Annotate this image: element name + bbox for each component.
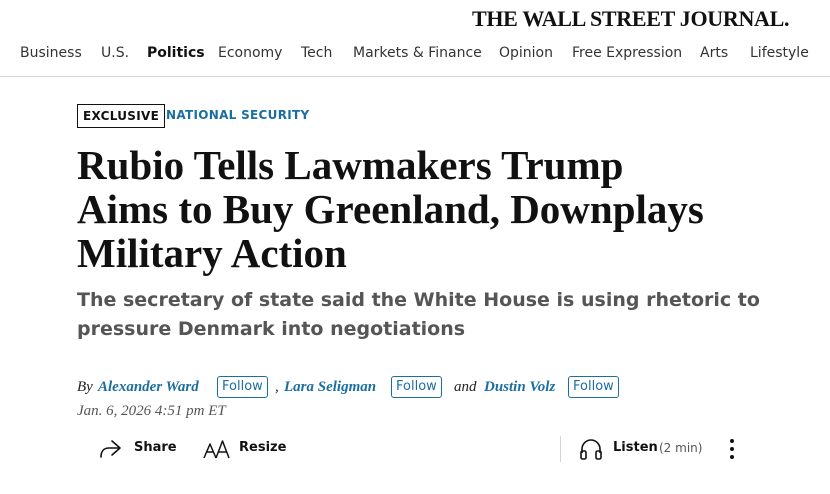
nav-item-us[interactable]: U.S. [101, 45, 129, 61]
author-link-lara-seligman[interactable]: Lara Seligman [284, 376, 376, 398]
dek-line: The secretary of state said the White Ho… [77, 289, 760, 311]
byline-prefix: By [77, 379, 93, 395]
nav-item-business[interactable]: Business [20, 45, 82, 61]
dek: The secretary of state said the White Ho… [77, 286, 777, 344]
wsj-logo[interactable]: THE WALL STREET JOURNAL. [472, 6, 790, 32]
byline-separator: , [275, 379, 279, 395]
section-nav: Business U.S. Politics Economy Tech Mark… [0, 40, 830, 77]
share-button[interactable]: Share [98, 437, 177, 461]
resize-label: Resize [239, 440, 287, 455]
share-label: Share [134, 440, 177, 455]
headline-line: Military Action [77, 230, 347, 276]
resize-icon [203, 440, 230, 459]
headline: Rubio Tells Lawmakers Trump Aims to Buy … [77, 143, 797, 275]
toolbar-divider [560, 436, 561, 462]
nav-item-free-expression[interactable]: Free Expression [572, 45, 682, 61]
nav-item-economy[interactable]: Economy [218, 45, 282, 61]
listen-duration: (2 min) [659, 441, 703, 455]
resize-button[interactable]: Resize [203, 437, 287, 461]
follow-button-dustin-volz[interactable]: Follow [568, 376, 619, 398]
author-link-dustin-volz[interactable]: Dustin Volz [484, 376, 555, 398]
listen-label: Listen [613, 440, 658, 455]
dek-line: pressure Denmark into negotiations [77, 318, 466, 340]
author-link-alexander-ward[interactable]: Alexander Ward [98, 376, 199, 398]
headphones-icon [580, 439, 602, 460]
publish-timestamp: Jan. 6, 2026 4:51 pm ET [77, 403, 226, 419]
nav-item-tech[interactable]: Tech [301, 45, 332, 61]
nav-item-arts[interactable]: Arts [700, 45, 728, 61]
more-options-button[interactable] [724, 436, 740, 462]
exclusive-badge: EXCLUSIVE [77, 104, 166, 128]
follow-button-lara-seligman[interactable]: Follow [391, 376, 442, 398]
nav-item-politics[interactable]: Politics [147, 45, 205, 61]
nav-item-markets-finance[interactable]: Markets & Finance [353, 45, 482, 61]
nav-item-lifestyle[interactable]: Lifestyle [750, 45, 809, 61]
share-icon [100, 440, 121, 458]
listen-button[interactable]: Listen (2 min) [579, 437, 705, 461]
byline-conjunction: and [454, 379, 477, 395]
nav-item-opinion[interactable]: Opinion [499, 45, 553, 61]
headline-line: Aims to Buy Greenland, Downplays [77, 186, 704, 232]
section-label[interactable]: NATIONAL SECURITY [166, 108, 309, 122]
headline-line: Rubio Tells Lawmakers Trump [77, 142, 624, 188]
follow-button-alexander-ward[interactable]: Follow [217, 376, 268, 398]
